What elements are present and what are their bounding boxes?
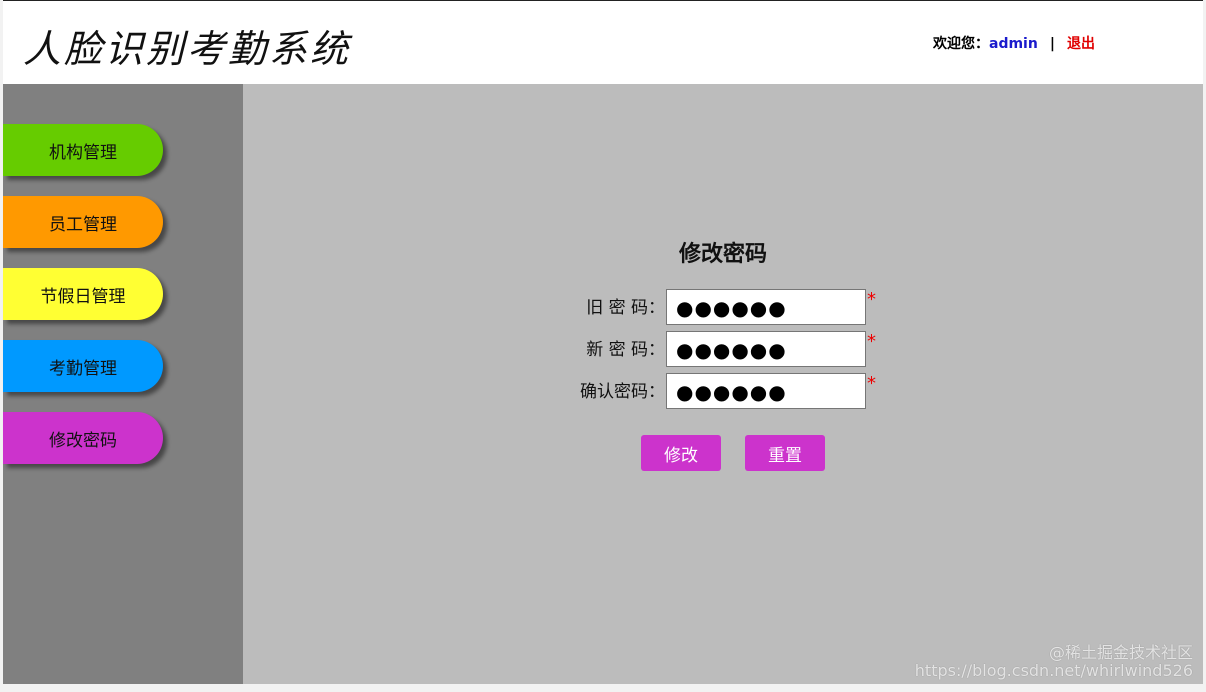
welcome-label: 欢迎您： <box>933 36 989 52</box>
sidebar-item-attendance-management[interactable]: 考勤管理 <box>3 340 163 392</box>
app-window: 人脸识别考勤系统 欢迎您：admin | 退出 机构管理 员工管理 节假日管理 考勤… <box>3 0 1203 684</box>
new-password-input[interactable]: ●●●●●● <box>666 331 866 367</box>
sidebar-item-label: 节假日管理 <box>40 286 126 307</box>
form-title: 修改密码 <box>678 242 767 267</box>
confirm-password-label: 确认密码： <box>580 382 665 402</box>
sidebar-item-label: 员工管理 <box>49 214 117 235</box>
sidebar-item-employee-management[interactable]: 员工管理 <box>3 196 163 248</box>
confirm-password-row: 确认密码： ●●●●●● * <box>543 373 883 411</box>
sidebar-item-label: 考勤管理 <box>49 358 117 379</box>
required-mark: * <box>867 373 876 394</box>
sidebar-item-label: 修改密码 <box>49 430 117 451</box>
sidebar: 机构管理 员工管理 节假日管理 考勤管理 修改密码 <box>3 84 243 684</box>
old-password-row: 旧 密 码： ●●●●●● * <box>543 289 883 327</box>
watermark: @稀土掘金技术社区 https://blog.csdn.net/whirlwin… <box>915 644 1193 680</box>
sidebar-item-label: 机构管理 <box>49 142 117 163</box>
watermark-line-2: https://blog.csdn.net/whirlwind526 <box>914 661 1193 680</box>
old-password-input[interactable]: ●●●●●● <box>666 289 866 325</box>
required-mark: * <box>867 289 876 310</box>
username: admin <box>989 36 1038 52</box>
old-password-label: 旧 密 码： <box>586 298 665 318</box>
header: 人脸识别考勤系统 欢迎您：admin | 退出 <box>3 2 1203 84</box>
watermark-line-1: @稀土掘金技术社区 <box>1048 643 1193 662</box>
confirm-password-input[interactable]: ●●●●●● <box>666 373 866 409</box>
sidebar-item-change-password[interactable]: 修改密码 <box>3 412 163 464</box>
sidebar-item-org-management[interactable]: 机构管理 <box>3 124 163 176</box>
separator: | <box>1049 36 1055 52</box>
required-mark: * <box>867 331 876 352</box>
reset-button[interactable]: 重置 <box>745 435 825 471</box>
app-title: 人脸识别考勤系统 <box>23 27 352 71</box>
logout-link[interactable]: 退出 <box>1067 36 1095 52</box>
sidebar-item-holiday-management[interactable]: 节假日管理 <box>3 268 163 320</box>
new-password-row: 新 密 码： ●●●●●● * <box>543 331 883 369</box>
new-password-label: 新 密 码： <box>586 340 665 360</box>
user-area: 欢迎您：admin | 退出 <box>933 33 1095 53</box>
main-content: 修改密码 旧 密 码： ●●●●●● * 新 密 码： ●●●●●● * 确认密… <box>243 84 1203 684</box>
submit-button[interactable]: 修改 <box>641 435 721 471</box>
